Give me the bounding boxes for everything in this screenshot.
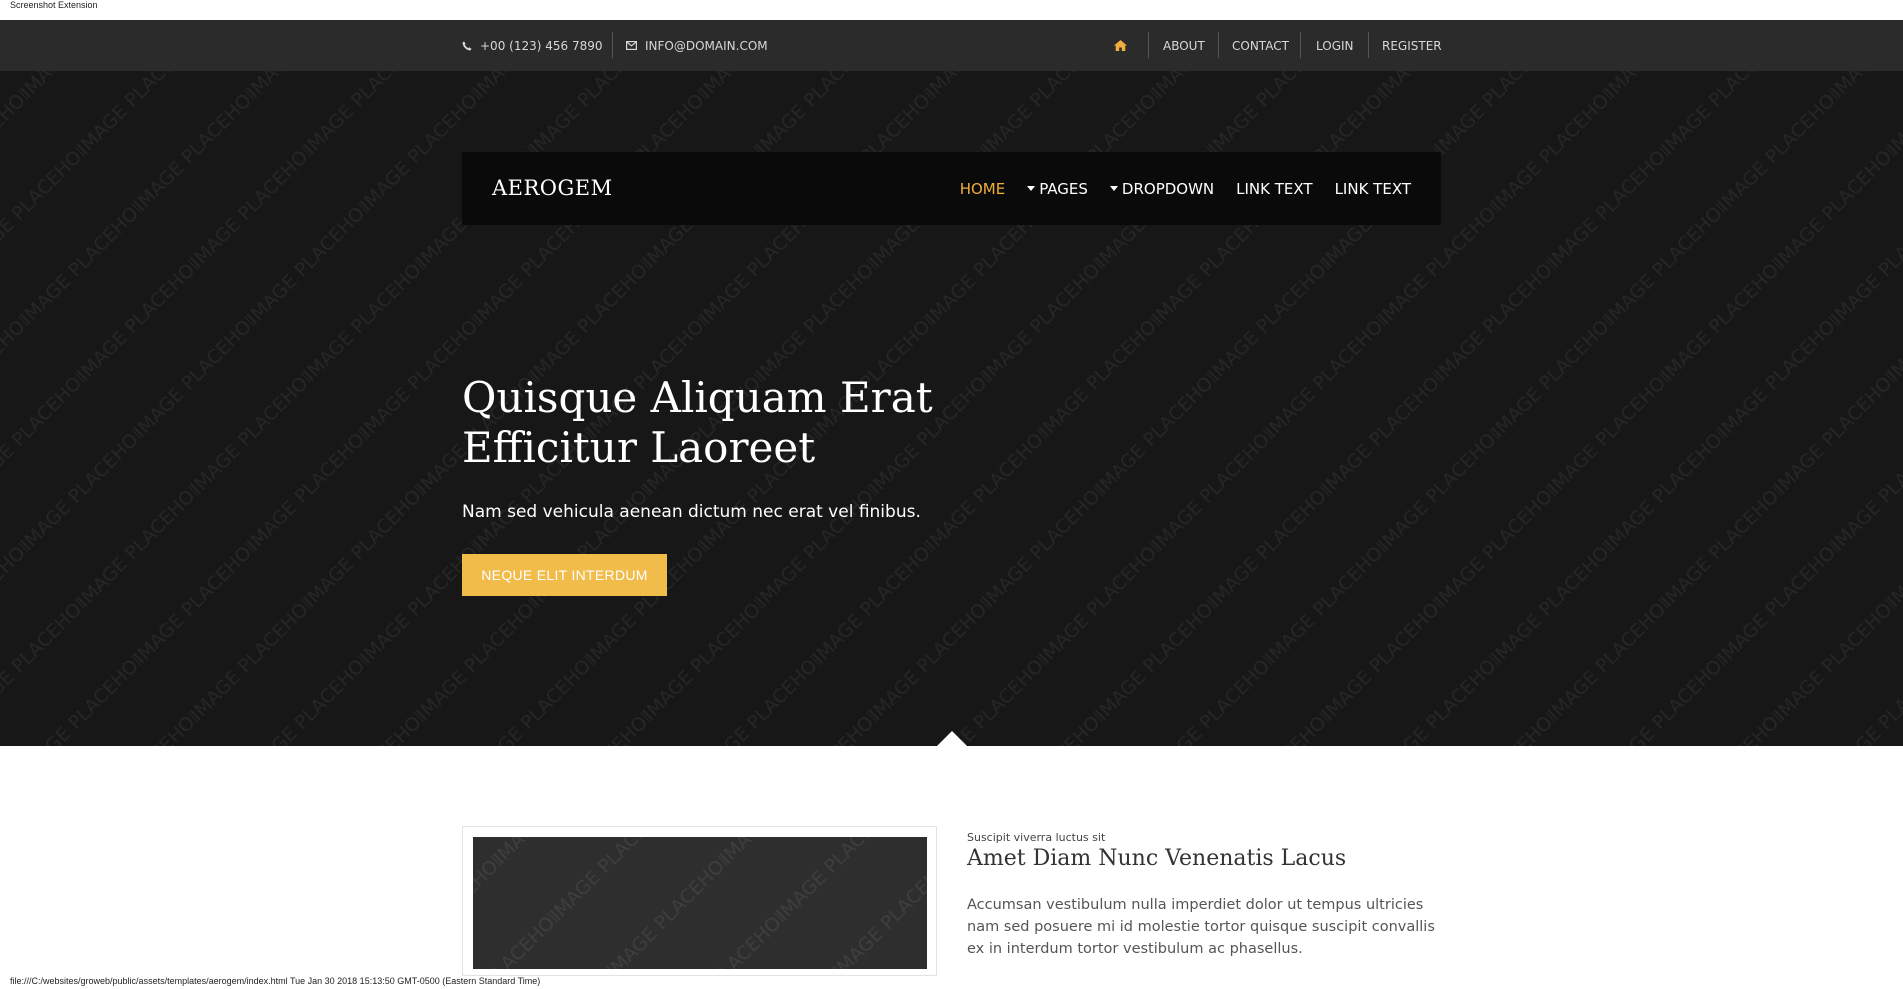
section-kicker: Suscipit viverra luctus sit <box>967 831 1106 844</box>
menu-item-link-text[interactable]: LINK TEXT <box>1335 180 1411 198</box>
menu-item-dropdown[interactable]: DROPDOWN <box>1109 179 1215 198</box>
top-bar: +00 (123) 456 7890 INFO@DOMAIN.COM ABOUT… <box>0 20 1903 71</box>
envelope-icon <box>626 41 637 50</box>
feature-image: IMAGE PLACEHOLDER IMAGE PLACEHOLDER <box>473 837 927 969</box>
menu-item-pages[interactable]: PAGES <box>1027 180 1088 198</box>
main-navbar: AEROGEM HOME PAGES DROPDOWN LINK TEXT LI… <box>462 152 1441 225</box>
hero-title: Quisque Aliquam Erat Efficitur Laoreet <box>462 373 1062 473</box>
hero-subtitle: Nam sed vehicula aenean dictum nec erat … <box>462 502 921 522</box>
brand-logo[interactable]: AEROGEM <box>492 152 613 225</box>
caret-down-icon <box>1109 186 1118 191</box>
topbar-link-login[interactable]: LOGIN <box>1316 20 1354 71</box>
hero-title-line: Efficitur Laoreet <box>462 423 816 472</box>
hero-title-line: Quisque Aliquam Erat <box>462 373 933 422</box>
topbar-divider <box>612 32 613 58</box>
main-menu: HOME PAGES DROPDOWN LINK TEXT LINK TEXT <box>938 152 1411 225</box>
menu-label: LINK TEXT <box>1334 179 1411 198</box>
status-bar: file:///C:/websites/groweb/public/assets… <box>10 976 541 986</box>
email-contact[interactable]: INFO@DOMAIN.COM <box>626 20 768 71</box>
caret-down-icon <box>1027 186 1036 191</box>
phone-contact[interactable]: +00 (123) 456 7890 <box>462 20 602 71</box>
phone-number: +00 (123) 456 7890 <box>480 38 603 53</box>
section-body: Accumsan vestibulum nulla imperdiet dolo… <box>967 897 1435 957</box>
home-link[interactable] <box>1114 20 1127 71</box>
menu-label: HOME <box>959 179 1006 198</box>
topbar-link-about[interactable]: ABOUT <box>1163 20 1205 71</box>
phone-icon <box>462 41 472 50</box>
menu-label: LINK TEXT <box>1236 179 1313 198</box>
menu-item-link-text[interactable]: LINK TEXT <box>1236 180 1312 198</box>
home-icon <box>1114 40 1127 51</box>
topbar-link-contact[interactable]: CONTACT <box>1232 20 1289 71</box>
hero-pointer <box>937 731 967 746</box>
extension-label: Screenshot Extension <box>10 0 98 10</box>
menu-item-home[interactable]: HOME <box>960 180 1006 198</box>
section-title: Amet Diam Nunc Venenatis Lacus <box>967 846 1347 871</box>
email-address: INFO@DOMAIN.COM <box>645 38 768 53</box>
topbar-divider <box>1368 32 1369 58</box>
hero-cta-button[interactable]: NEQUE ELIT INTERDUM <box>462 554 667 596</box>
topbar-divider <box>1300 32 1301 58</box>
topbar-divider <box>1218 32 1219 58</box>
menu-label: PAGES <box>1039 179 1088 198</box>
topbar-link-register[interactable]: REGISTER <box>1382 20 1442 71</box>
image-placeholder-pattern: IMAGE PLACEHOLDER IMAGE PLACEHOLDER <box>473 837 927 969</box>
topbar-divider <box>1148 32 1149 58</box>
menu-label: DROPDOWN <box>1121 179 1215 198</box>
